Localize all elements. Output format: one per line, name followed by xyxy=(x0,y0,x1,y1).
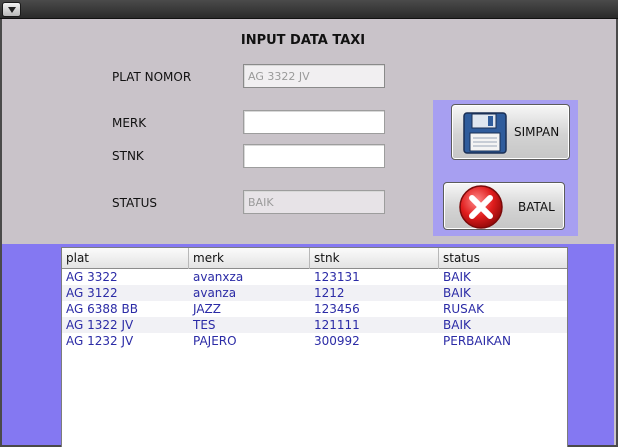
cell-stnk: 121111 xyxy=(314,318,360,332)
table-header: plat merk stnk status xyxy=(62,248,567,269)
cell-status: PERBAIKAN xyxy=(443,334,511,348)
cell-stnk: 123456 xyxy=(314,302,360,316)
column-header-plat[interactable]: plat xyxy=(62,248,189,269)
table-row[interactable]: AG 3322 avanxza 123131 BAIK xyxy=(62,269,567,285)
merk-label: MERK xyxy=(112,116,147,130)
save-button-label: SIMPAN xyxy=(514,125,560,139)
cell-status: BAIK xyxy=(443,270,471,284)
window-titlebar xyxy=(0,0,618,19)
column-header-stnk[interactable]: stnk xyxy=(310,248,439,269)
table-row[interactable]: AG 6388 BB JAZZ 123456 RUSAK xyxy=(62,301,567,317)
status-input[interactable] xyxy=(243,190,385,214)
chevron-down-icon xyxy=(8,7,16,13)
cell-merk: PAJERO xyxy=(193,334,237,348)
cancel-button-label: BATAL xyxy=(518,200,555,214)
cell-merk: TES xyxy=(193,318,216,332)
cell-plat: AG 1232 JV xyxy=(66,334,134,348)
stnk-input[interactable] xyxy=(243,144,385,168)
column-header-status[interactable]: status xyxy=(439,248,567,269)
cell-merk: avanza xyxy=(193,286,237,300)
table-row[interactable]: AG 1322 JV TES 121111 BAIK xyxy=(62,317,567,333)
cell-stnk: 123131 xyxy=(314,270,360,284)
status-label: STATUS xyxy=(112,196,158,210)
cell-status: BAIK xyxy=(443,286,471,300)
table-row[interactable]: AG 1232 JV PAJERO 300992 PERBAIKAN xyxy=(62,333,567,349)
cell-plat: AG 3322 xyxy=(66,270,118,284)
cell-status: BAIK xyxy=(443,318,471,332)
cell-status: RUSAK xyxy=(443,302,485,316)
taxi-table[interactable]: plat merk stnk status AG 3322 avanxza 12… xyxy=(61,247,568,447)
save-button[interactable]: SIMPAN xyxy=(451,104,570,160)
floppy-disk-icon xyxy=(463,112,507,154)
column-header-merk[interactable]: merk xyxy=(189,248,310,269)
cell-stnk: 300992 xyxy=(314,334,360,348)
cell-plat: AG 1322 JV xyxy=(66,318,134,332)
merk-input[interactable] xyxy=(243,110,385,134)
cell-stnk: 1212 xyxy=(314,286,345,300)
plat-input[interactable] xyxy=(243,64,385,88)
stnk-label: STNK xyxy=(112,149,144,163)
table-row[interactable]: AG 3122 avanza 1212 BAIK xyxy=(62,285,567,301)
cell-merk: avanxza xyxy=(193,270,244,284)
cancel-x-icon xyxy=(459,185,503,229)
cancel-button[interactable]: BATAL xyxy=(443,182,565,230)
window-menu-button[interactable] xyxy=(2,2,21,17)
form-title: INPUT DATA TAXI xyxy=(240,33,366,48)
cell-plat: AG 6388 BB xyxy=(66,302,138,316)
cell-plat: AG 3122 xyxy=(66,286,118,300)
cell-merk: JAZZ xyxy=(193,302,221,316)
plat-label: PLAT NOMOR xyxy=(112,70,192,84)
